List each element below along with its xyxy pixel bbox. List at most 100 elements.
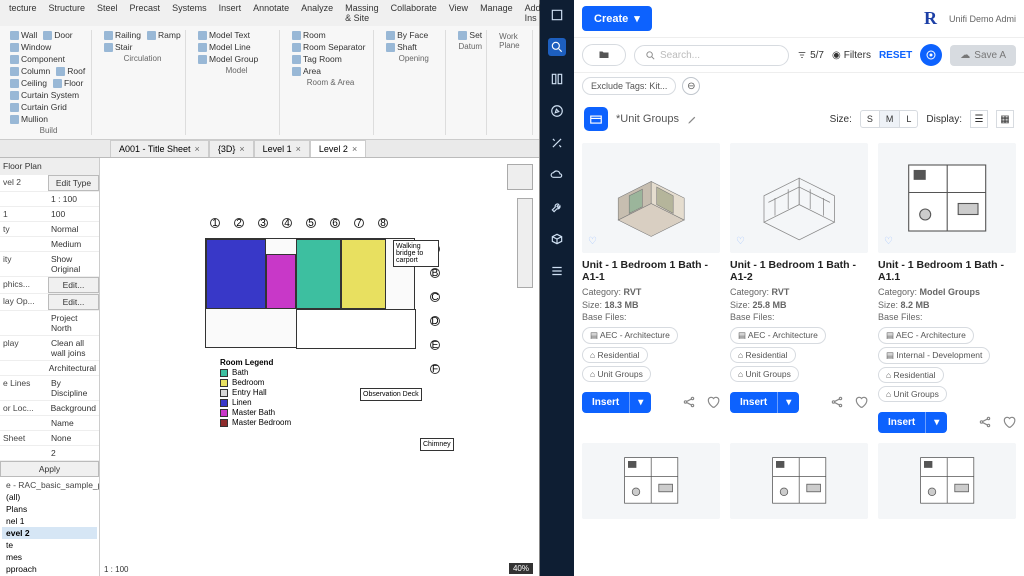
ribbon-button[interactable]: Room <box>292 30 326 40</box>
tag-chip[interactable]: ⌂ Unit Groups <box>582 366 651 382</box>
display-list-icon[interactable]: ☰ <box>970 110 988 128</box>
ribbon-tab[interactable]: Systems <box>169 2 210 24</box>
ribbon-tab[interactable]: View <box>446 2 471 24</box>
ribbon-button[interactable]: Tag Room <box>292 54 342 64</box>
rail-logo-icon[interactable] <box>548 6 566 24</box>
ribbon-button[interactable]: Component <box>10 54 65 64</box>
reset-button[interactable]: RESET <box>879 50 912 61</box>
heart-icon[interactable] <box>1002 415 1016 429</box>
size-selector[interactable]: SML <box>860 110 919 128</box>
base-file-chip[interactable]: ▤ AEC - Architecture <box>582 327 678 344</box>
folder-button[interactable] <box>582 44 626 66</box>
save-as-button[interactable]: ☁ Save A <box>950 45 1016 66</box>
card-thumbnail[interactable] <box>878 443 1016 519</box>
apply-button[interactable]: Apply <box>0 461 99 477</box>
property-row[interactable]: ityShow Original <box>0 251 99 276</box>
tag-chip[interactable]: ⌂ Residential <box>582 347 648 363</box>
browser-item[interactable]: Plans <box>2 503 97 515</box>
ribbon-button[interactable]: Door <box>43 30 72 40</box>
card-thumbnail[interactable]: ♡ <box>730 143 868 253</box>
browser-item[interactable]: te <box>2 539 97 551</box>
ribbon-button[interactable]: Model Line <box>198 42 251 52</box>
ribbon-button[interactable]: Set <box>458 30 482 40</box>
exclude-tag-chip[interactable]: Exclude Tags: Kit... <box>582 77 676 95</box>
view-tab[interactable]: Level 1× <box>254 140 310 157</box>
tag-chip[interactable]: ⌂ Residential <box>730 347 796 363</box>
ribbon-tab[interactable]: Insert <box>216 2 245 24</box>
ribbon-button[interactable]: Roof <box>56 66 85 76</box>
card-thumbnail[interactable] <box>582 443 720 519</box>
insert-button[interactable]: Insert▾ <box>582 392 651 413</box>
user-label[interactable]: Unifi Demo Admi <box>949 14 1016 24</box>
ribbon-button[interactable]: Curtain System <box>10 90 79 100</box>
tag-chip[interactable]: ⌂ Residential <box>878 367 944 383</box>
ribbon-button[interactable]: Model Text <box>198 30 250 40</box>
property-row[interactable]: Architectural <box>0 360 99 375</box>
property-row[interactable]: Name <box>0 415 99 430</box>
target-button[interactable] <box>920 44 942 66</box>
ribbon-button[interactable]: Window <box>10 42 51 52</box>
rail-box-icon[interactable] <box>548 230 566 248</box>
size-option[interactable]: L <box>900 111 917 127</box>
base-file-chip[interactable]: ▤ AEC - Architecture <box>730 327 826 344</box>
pencil-icon[interactable] <box>687 114 698 125</box>
close-icon[interactable]: × <box>195 144 200 154</box>
ribbon-tab[interactable]: Structure <box>46 2 89 24</box>
tag-chip[interactable]: ⌂ Unit Groups <box>730 366 799 382</box>
ribbon-button[interactable]: Ramp <box>147 30 181 40</box>
property-row[interactable]: phics...Edit... <box>0 276 99 293</box>
ribbon-tab[interactable]: Precast <box>127 2 164 24</box>
ribbon-button[interactable]: Model Group <box>198 54 258 64</box>
rail-wand-icon[interactable] <box>548 134 566 152</box>
nav-bar[interactable] <box>517 198 533 288</box>
display-grid-icon[interactable]: ▦ <box>996 110 1014 128</box>
browser-item[interactable]: (all) <box>2 491 97 503</box>
ribbon-button[interactable]: By Face <box>386 30 428 40</box>
ribbon-tab[interactable]: Annotate <box>250 2 292 24</box>
ribbon-button[interactable]: Curtain Grid <box>10 102 67 112</box>
share-icon[interactable] <box>682 395 696 409</box>
card-thumbnail[interactable]: ♡ <box>582 143 720 253</box>
browser-item[interactable]: nel 1 <box>2 515 97 527</box>
ribbon-button[interactable]: Stair <box>104 42 132 52</box>
ribbon-button[interactable]: Wall <box>10 30 37 40</box>
browser-item[interactable]: pproach <box>2 563 97 575</box>
property-row[interactable]: 1 : 100 <box>0 191 99 206</box>
heart-icon[interactable]: ♡ <box>884 236 893 247</box>
close-icon[interactable]: × <box>352 144 357 154</box>
property-row[interactable]: or Loc...Background <box>0 400 99 415</box>
rail-stack-icon[interactable] <box>548 262 566 280</box>
filter-count[interactable]: 5/7 <box>797 50 824 61</box>
search-input[interactable]: Search... <box>634 45 789 66</box>
view-cube[interactable] <box>507 164 533 190</box>
heart-icon[interactable] <box>706 395 720 409</box>
property-row[interactable]: Medium <box>0 236 99 251</box>
drawing-canvas[interactable]: 12345678 ABCDEF Walking bridge to carpor… <box>100 158 539 576</box>
heart-icon[interactable] <box>854 395 868 409</box>
ribbon-button[interactable]: Railing <box>104 30 141 40</box>
ribbon-button[interactable]: Room Separator <box>292 42 365 52</box>
rail-cloud-icon[interactable] <box>548 166 566 184</box>
card-title[interactable]: Unit - 1 Bedroom 1 Bath - A1-2 <box>730 259 868 283</box>
clear-tags-button[interactable]: ⊖ <box>682 77 700 95</box>
browser-item[interactable]: mes <box>2 551 97 563</box>
ribbon-button[interactable]: Mullion <box>10 114 48 124</box>
insert-button[interactable]: Insert▾ <box>730 392 799 413</box>
ribbon-button[interactable]: Ceiling <box>10 78 47 88</box>
base-file-chip[interactable]: ▤ AEC - Architecture <box>878 327 974 344</box>
create-button[interactable]: Create▾ <box>582 6 652 31</box>
size-option[interactable]: S <box>861 111 880 127</box>
property-row[interactable]: Project North <box>0 310 99 335</box>
ribbon-tab[interactable]: Analyze <box>298 2 336 24</box>
ribbon-tab[interactable]: Massing & Site <box>342 2 382 24</box>
rail-search-icon[interactable] <box>548 38 566 56</box>
property-row[interactable]: lay Op...Edit... <box>0 293 99 310</box>
share-icon[interactable] <box>978 415 992 429</box>
ribbon-tab[interactable]: tecture <box>6 2 40 24</box>
ribbon-button[interactable]: Floor <box>53 78 83 88</box>
base-file-chip[interactable]: ▤ Internal - Development <box>878 347 990 364</box>
card-thumbnail[interactable]: ♡ <box>878 143 1016 253</box>
browser-item[interactable]: evel 2 <box>2 527 97 539</box>
insert-button[interactable]: Insert▾ <box>878 412 947 433</box>
rail-library-icon[interactable] <box>548 70 566 88</box>
